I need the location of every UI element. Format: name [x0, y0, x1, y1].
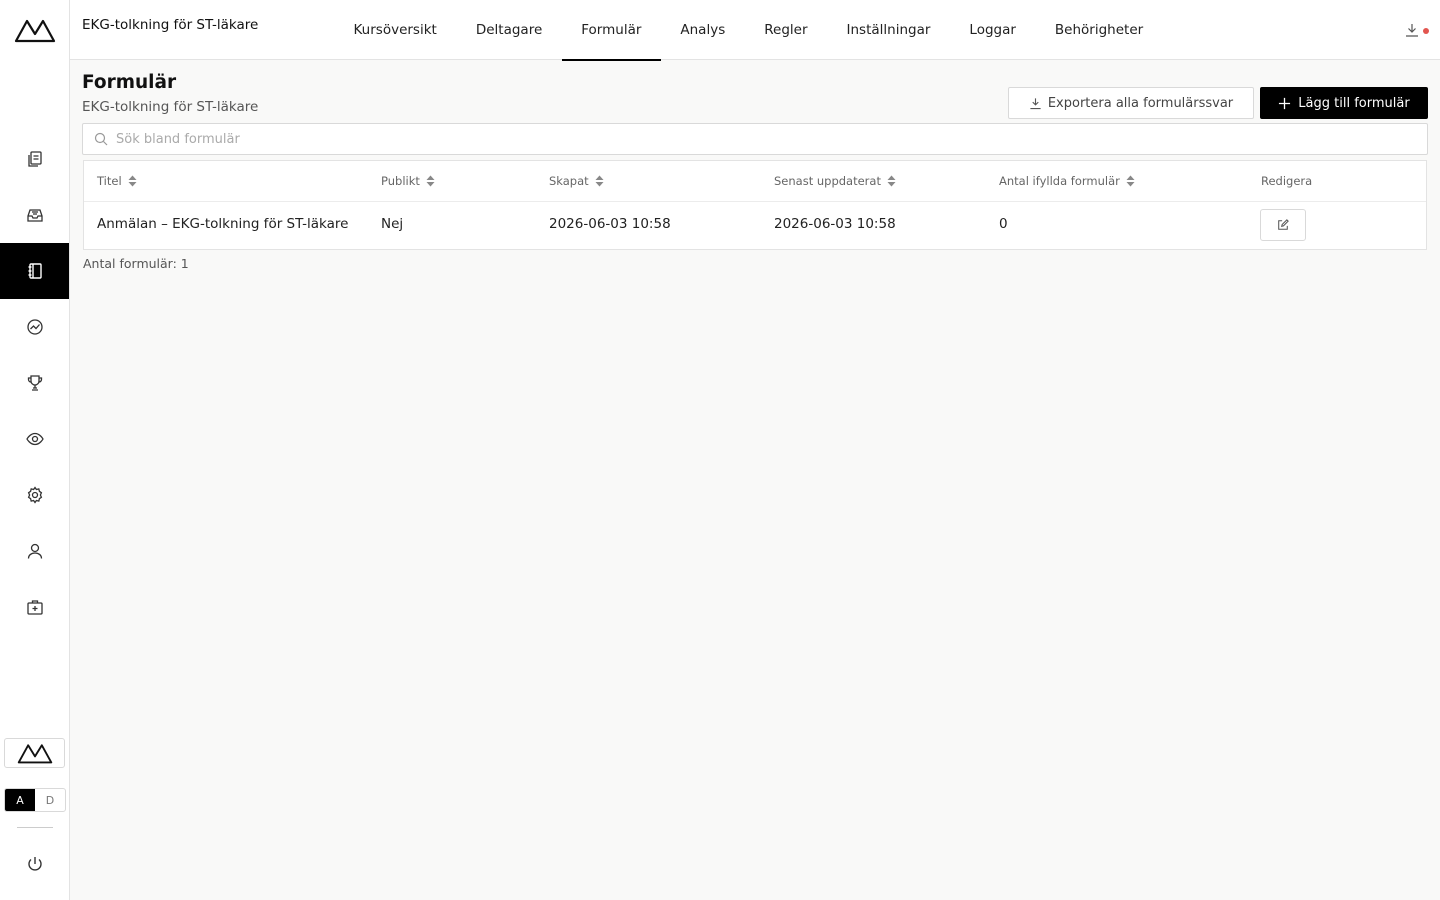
cell-public: Nej	[381, 216, 404, 232]
column-header-filled[interactable]: Antal ifyllda formulär	[999, 174, 1135, 188]
sort-icon	[1126, 175, 1135, 187]
column-header-public[interactable]: Publikt	[381, 174, 435, 188]
export-responses-button[interactable]: Exportera alla formulärssvar	[1008, 87, 1254, 119]
cell-title: Anmälan – EKG-tolkning för ST-läkare	[97, 216, 349, 232]
column-header-created-label: Skapat	[549, 174, 589, 188]
edit-form-button[interactable]	[1260, 209, 1306, 241]
tab-participants[interactable]: Deltagare	[456, 0, 561, 60]
column-header-edit: Redigera	[1261, 174, 1312, 188]
sort-icon	[595, 175, 604, 187]
column-header-updated[interactable]: Senast uppdaterat	[774, 174, 896, 188]
analytics-icon	[26, 319, 43, 335]
page-title: Formulär	[82, 72, 177, 93]
sidebar: A D	[0, 0, 70, 900]
logout-button[interactable]	[0, 836, 69, 892]
sidebar-item-medical[interactable]	[0, 579, 69, 635]
search-icon	[94, 132, 108, 146]
sidebar-item-profile[interactable]	[0, 523, 69, 579]
tab-permissions[interactable]: Behörigheter	[1035, 0, 1162, 60]
export-responses-label: Exportera alla formulärssvar	[1047, 95, 1234, 111]
column-header-title-label: Titel	[97, 174, 122, 188]
top-header: EKG-tolkning för ST-läkare Kursöversikt …	[70, 0, 1440, 61]
inbox-icon	[26, 209, 43, 222]
tab-logs[interactable]: Loggar	[950, 0, 1036, 60]
sidebar-item-analytics[interactable]	[0, 299, 69, 355]
sidebar-item-settings[interactable]	[0, 467, 69, 523]
sort-icon	[426, 175, 435, 187]
tab-settings[interactable]: Inställningar	[827, 0, 950, 60]
column-header-public-label: Publikt	[381, 174, 420, 188]
gear-icon	[27, 486, 42, 504]
notebook-icon	[28, 263, 42, 279]
plus-icon	[1279, 97, 1291, 109]
user-icon	[27, 543, 42, 559]
forms-count: Antal formulär: 1	[83, 256, 189, 271]
download-icon	[1406, 24, 1418, 37]
main-tabs: Kursöversikt Deltagare Formulär Analys R…	[334, 0, 1163, 61]
add-form-button[interactable]: Lägg till formulär	[1260, 87, 1428, 119]
download-icon	[1030, 97, 1041, 109]
column-header-created[interactable]: Skapat	[549, 174, 604, 188]
brand-logo-icon	[17, 744, 52, 764]
cell-created: 2026-06-03 10:58	[549, 216, 671, 232]
add-form-label: Lägg till formulär	[1298, 95, 1410, 111]
sidebar-item-forms[interactable]	[0, 243, 69, 299]
downloads-button[interactable]	[1404, 20, 1430, 40]
eye-icon	[25, 432, 44, 446]
tab-analysis[interactable]: Analys	[661, 0, 745, 60]
tab-rules[interactable]: Regler	[745, 0, 827, 60]
app-logo-icon[interactable]	[14, 16, 56, 44]
sidebar-item-inbox[interactable]	[0, 187, 69, 243]
sort-icon	[128, 175, 137, 187]
search-bar	[82, 123, 1428, 155]
tab-forms[interactable]: Formulär	[561, 0, 662, 61]
copy-icon	[27, 151, 42, 167]
brand-logo-box[interactable]	[4, 738, 65, 768]
sidebar-item-copy[interactable]	[0, 131, 69, 187]
page-subtitle: EKG-tolkning för ST-läkare	[82, 99, 259, 115]
sidebar-divider	[17, 827, 53, 828]
column-header-updated-label: Senast uppdaterat	[774, 174, 881, 188]
column-header-filled-label: Antal ifyllda formulär	[999, 174, 1120, 188]
sort-icon	[887, 175, 896, 187]
trophy-icon	[27, 375, 42, 391]
search-input[interactable]	[116, 131, 1427, 147]
medical-kit-icon	[26, 600, 43, 615]
tab-course-overview[interactable]: Kursöversikt	[334, 0, 456, 60]
forms-table: Titel Publikt Skapat Senast uppdaterat A…	[83, 160, 1427, 250]
column-header-edit-label: Redigera	[1261, 174, 1313, 188]
sidebar-item-achievements[interactable]	[0, 355, 69, 411]
notification-dot	[1423, 28, 1429, 34]
power-icon	[27, 857, 42, 871]
mode-toggle-a[interactable]: A	[5, 789, 35, 811]
sidebar-item-preview[interactable]	[0, 411, 69, 467]
column-header-title[interactable]: Titel	[97, 174, 137, 188]
edit-icon	[1278, 219, 1289, 230]
cell-filled: 0	[999, 216, 1008, 232]
course-title: EKG-tolkning för ST-läkare	[82, 17, 259, 33]
mode-toggle-d[interactable]: D	[35, 789, 65, 811]
cell-updated: 2026-06-03 10:58	[774, 216, 896, 232]
table-header-divider	[84, 201, 1426, 202]
mode-toggle: A D	[4, 788, 66, 812]
